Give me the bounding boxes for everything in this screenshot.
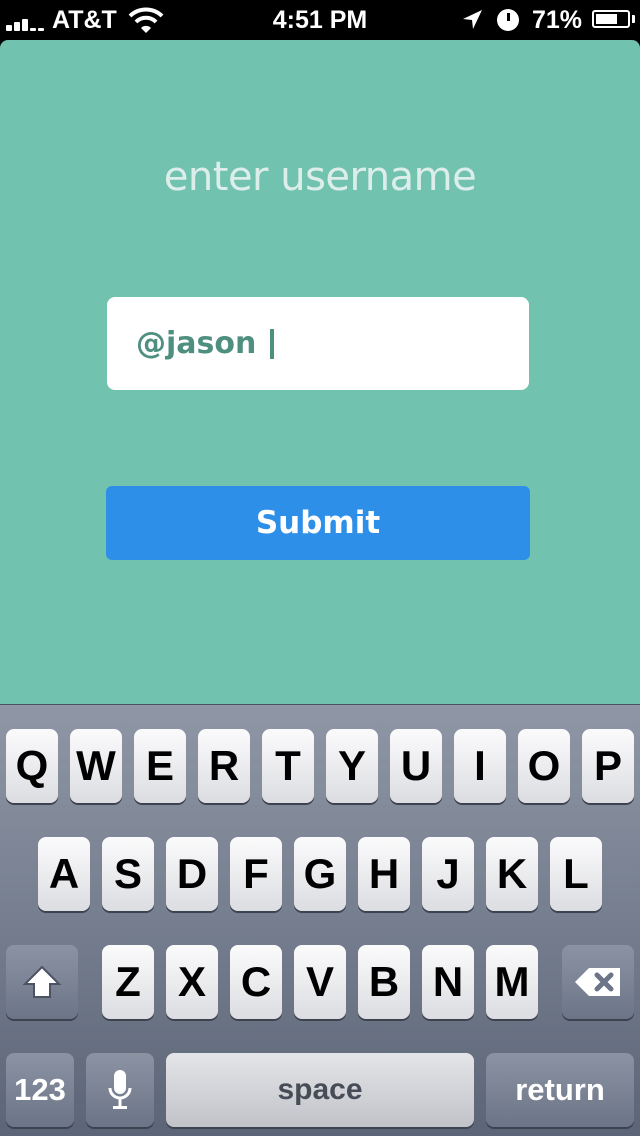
key-q[interactable]: Q [6,729,58,803]
text-caret [270,328,275,359]
microphone-icon [107,1068,133,1112]
key-n[interactable]: N [422,945,474,1019]
key-b[interactable]: B [358,945,410,1019]
key-f[interactable]: F [230,837,282,911]
key-k[interactable]: K [486,837,538,911]
space-key[interactable]: space [166,1053,474,1127]
key-r[interactable]: R [198,729,250,803]
key-s[interactable]: S [102,837,154,911]
key-e[interactable]: E [134,729,186,803]
key-c[interactable]: C [230,945,282,1019]
key-u[interactable]: U [390,729,442,803]
dictation-key[interactable] [86,1053,154,1127]
key-p[interactable]: P [582,729,634,803]
backspace-icon [573,966,623,998]
key-z[interactable]: Z [102,945,154,1019]
username-value: @jason [136,326,257,361]
key-m[interactable]: M [486,945,538,1019]
keyboard: QWERTYUIOP ASDFGHJKL ZXCVBNM 123 space r… [0,704,640,1136]
key-g[interactable]: G [294,837,346,911]
key-v[interactable]: V [294,945,346,1019]
username-input[interactable]: @jason [107,297,529,390]
key-t[interactable]: T [262,729,314,803]
app-screen: enter username @jason Submit [0,40,640,704]
battery-tip [632,15,635,23]
status-bar: AT&T 4:51 PM 71% [0,0,640,40]
numbers-key[interactable]: 123 [6,1053,74,1127]
key-d[interactable]: D [166,837,218,911]
battery-icon [592,10,630,28]
shift-key[interactable] [6,945,78,1019]
location-arrow-icon [460,8,484,32]
backspace-key[interactable] [562,945,634,1019]
key-o[interactable]: O [518,729,570,803]
key-h[interactable]: H [358,837,410,911]
page-title: enter username [163,154,477,200]
key-a[interactable]: A [38,837,90,911]
shift-icon [22,964,62,1000]
key-w[interactable]: W [70,729,122,803]
key-j[interactable]: J [422,837,474,911]
battery-percent: 71% [532,6,583,34]
submit-button[interactable]: Submit [106,486,530,560]
key-x[interactable]: X [166,945,218,1019]
key-i[interactable]: I [454,729,506,803]
battery-fill [596,14,618,24]
key-y[interactable]: Y [326,729,378,803]
return-key[interactable]: return [486,1053,634,1127]
alarm-clock-icon [497,9,519,31]
key-l[interactable]: L [550,837,602,911]
